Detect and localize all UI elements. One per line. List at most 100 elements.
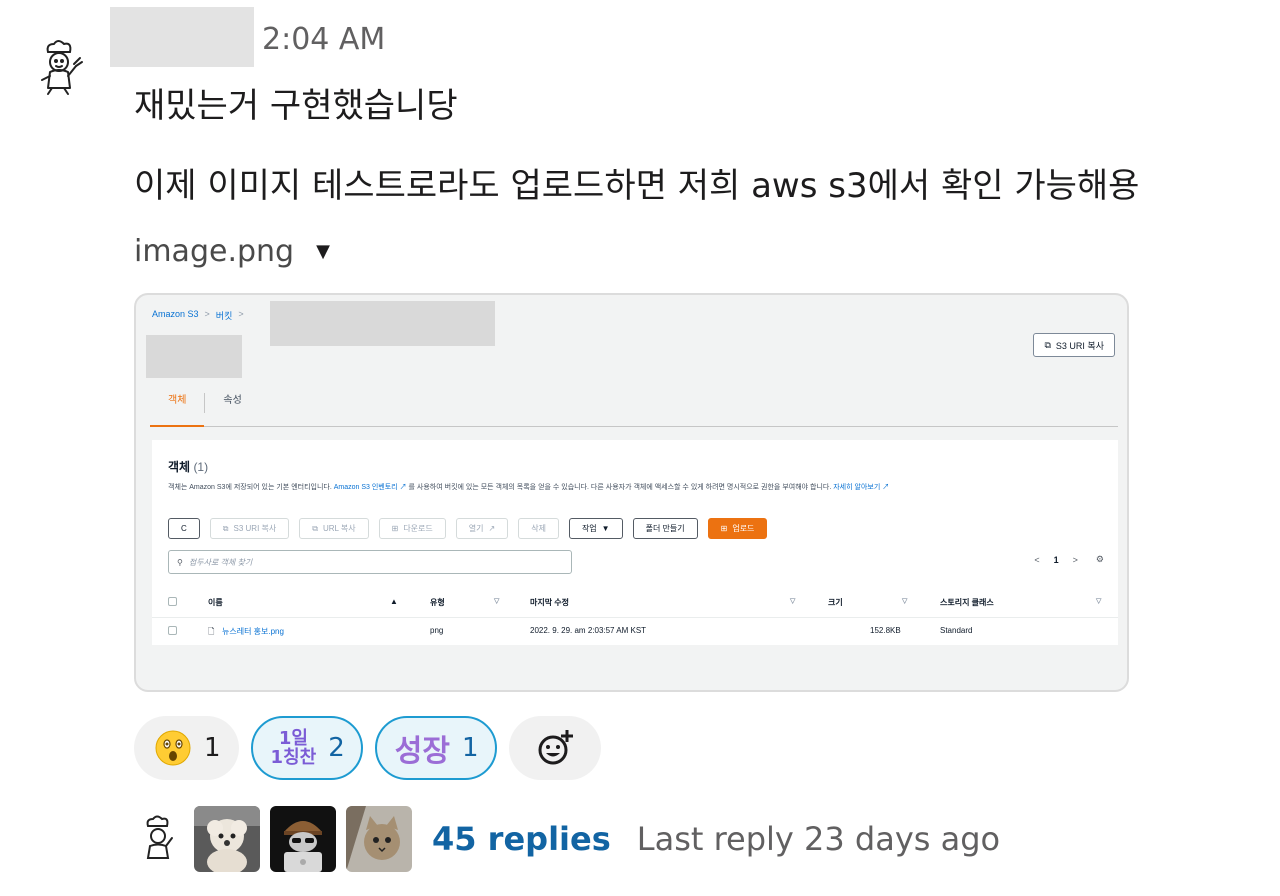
object-count: (1): [193, 460, 209, 474]
column-storage-class: 스토리지 클래스: [940, 598, 994, 607]
caret-down-icon[interactable]: ▼: [316, 241, 330, 262]
reaction-count: 1: [204, 733, 221, 763]
chef-doodle-icon: [41, 40, 83, 95]
replies-count-link[interactable]: 45 replies: [432, 820, 611, 858]
column-type: 유형: [430, 598, 445, 607]
reaction-count: 2: [328, 733, 345, 763]
tab-objects: 객체: [150, 391, 205, 427]
sort-icon: ▽: [494, 598, 500, 605]
file-icon: 🗋: [208, 627, 215, 636]
message-text-line-2: 이제 이미지 테스트로라도 업로드하면 저희 aws s3에서 확인 가능해용: [134, 166, 1140, 206]
prev-page-icon: <: [1034, 554, 1040, 565]
object-size: 152.8KB: [870, 626, 901, 635]
refresh-button: C: [168, 518, 200, 539]
next-page-icon: >: [1072, 554, 1078, 565]
settings-gear-icon: ⚙: [1095, 554, 1104, 564]
object-search-field: ⚲ 접두사로 객체 찾기: [168, 550, 572, 574]
panel-title-text: 객체: [168, 460, 191, 474]
thread-avatar-cat[interactable]: [346, 806, 412, 872]
copy-s3-uri-label: S3 URI 복사: [1055, 340, 1104, 351]
objects-description: 객체는 Amazon S3에 저장되어 있는 기본 엔터티입니다. Amazon…: [168, 482, 1098, 494]
download-label: 다운로드: [403, 524, 433, 533]
objects-panel-title: 객체 (1): [168, 458, 208, 475]
upload-icon: ⊞: [720, 524, 728, 533]
thread-avatar-character[interactable]: [270, 806, 336, 872]
refresh-icon: C: [181, 524, 187, 533]
dog-photo-icon: [194, 806, 260, 872]
add-emoji-icon: [538, 730, 573, 765]
upload-button: ⊞ 업로드: [707, 518, 768, 539]
create-folder-label: 폴더 만들기: [645, 524, 685, 533]
reaction-daily-praise[interactable]: 1일 1칭찬 2: [250, 716, 363, 780]
object-type: png: [430, 626, 444, 635]
copy-icon: ⧉: [312, 523, 318, 533]
breadcrumb: Amazon S3 > 버킷 >: [152, 309, 244, 322]
create-folder-button: 폴더 만들기: [632, 518, 698, 539]
actions-dropdown: 작업 ▼: [568, 518, 623, 539]
search-icon: ⚲: [177, 557, 183, 567]
redacted-bucket-name: [270, 301, 495, 346]
attached-image[interactable]: Amazon S3 > 버킷 > ⧉ S3 URI 복사 객체 속성 객체 (1…: [134, 293, 1129, 692]
download-icon: ⊞: [391, 524, 399, 533]
object-name-link: 뉴스레터 홍보.png: [222, 627, 284, 636]
delete-button: 삭제: [518, 518, 559, 539]
learn-more-link: 자세히 알아보기: [833, 484, 881, 491]
emoji-text-top: 1일: [278, 728, 308, 749]
copy-url-button: ⧉ URL 복사: [299, 518, 369, 539]
message-timestamp[interactable]: 2:04 AM: [262, 22, 385, 57]
sort-icon: ▽: [902, 598, 908, 605]
column-size: 크기: [828, 598, 843, 607]
thread-avatar-chef[interactable]: [134, 806, 184, 872]
tab-bar: 객체 속성: [150, 391, 1118, 427]
add-reaction-button[interactable]: [508, 716, 601, 780]
objects-table-header: 이름 ▲ 유형 ▽ 마지막 수정 ▽ 크기 ▽ 스토리지 클래스 ▽: [152, 588, 1118, 618]
row-checkbox: [168, 626, 177, 637]
message-text-line-1: 재밌는거 구현했습니당: [134, 86, 458, 126]
reaction-astonished[interactable]: 1: [134, 716, 239, 780]
header-checkbox: [168, 597, 177, 608]
tab-properties: 속성: [223, 395, 242, 406]
column-last-modified: 마지막 수정: [530, 598, 570, 607]
sender-avatar[interactable]: [30, 38, 90, 98]
copy-s3-uri-label: S3 URI 복사: [233, 524, 277, 533]
breadcrumb-s3: Amazon S3: [152, 309, 199, 319]
object-last-modified: 2022. 9. 29. am 2:03:57 AM KST: [530, 626, 647, 635]
objects-toolbar: C ⧉ S3 URI 복사 ⧉ URL 복사 ⊞ 다운로드 열기 ↗ 삭제 작업 ▼ 폴더…: [168, 518, 768, 539]
thread-avatar-dog[interactable]: [194, 806, 260, 872]
attachment-filename[interactable]: image.png: [134, 234, 294, 269]
open-button: 열기 ↗: [455, 518, 509, 539]
object-storage-class: Standard: [940, 626, 973, 635]
chef-doodle-icon: [146, 815, 173, 859]
table-row: 🗋 뉴스레터 홍보.png png 2022. 9. 29. am 2:03:5…: [152, 620, 1118, 642]
reactions-bar: 1 1일 1칭찬 2 성장 1: [134, 716, 601, 780]
copy-icon: ⧉: [1044, 339, 1051, 350]
external-link-icon: ↗: [488, 524, 496, 533]
chevron-right-icon: >: [238, 309, 244, 319]
growth-emoji-icon: 성장: [394, 734, 450, 769]
reaction-count: 1: [461, 733, 479, 763]
sort-icon: ▽: [1096, 598, 1102, 605]
chevron-right-icon: >: [204, 309, 210, 319]
current-page: 1: [1053, 554, 1059, 565]
sender-name-redacted[interactable]: [110, 7, 254, 67]
caret-down-icon: ▼: [601, 524, 610, 533]
search-placeholder: 접두사로 객체 찾기: [188, 557, 253, 567]
external-link-icon: ↗: [397, 484, 407, 491]
pagination: < 1 > ⚙: [1034, 554, 1104, 565]
desc-text-1: 객체는 Amazon S3에 저장되어 있는 기본 엔터티입니다.: [168, 484, 334, 491]
download-button: ⊞ 다운로드: [378, 518, 446, 539]
sort-icon: ▽: [790, 598, 796, 605]
astonished-face-icon: [155, 730, 191, 766]
redacted-title: [146, 335, 242, 378]
copy-icon: ⧉: [222, 523, 229, 533]
sort-ascending-icon: ▲: [390, 597, 398, 606]
external-link-icon: ↗: [880, 484, 890, 491]
emoji-text-bottom: 1칭찬: [270, 747, 317, 768]
copy-url-label: URL 복사: [322, 524, 356, 533]
daily-praise-emoji-icon: 1일 1칭찬: [271, 729, 317, 767]
last-reply-time: Last reply 23 days ago: [636, 820, 1001, 858]
reaction-growth[interactable]: 성장 1: [374, 716, 497, 780]
copy-s3-uri-button-top: ⧉ S3 URI 복사: [1033, 333, 1115, 357]
desc-text-2: 를 사용하여 버킷에 있는 모든 객체의 목록을 얻을 수 있습니다. 다른 사…: [406, 484, 834, 491]
thread-summary[interactable]: 45 replies Last reply 23 days ago: [134, 806, 1000, 872]
